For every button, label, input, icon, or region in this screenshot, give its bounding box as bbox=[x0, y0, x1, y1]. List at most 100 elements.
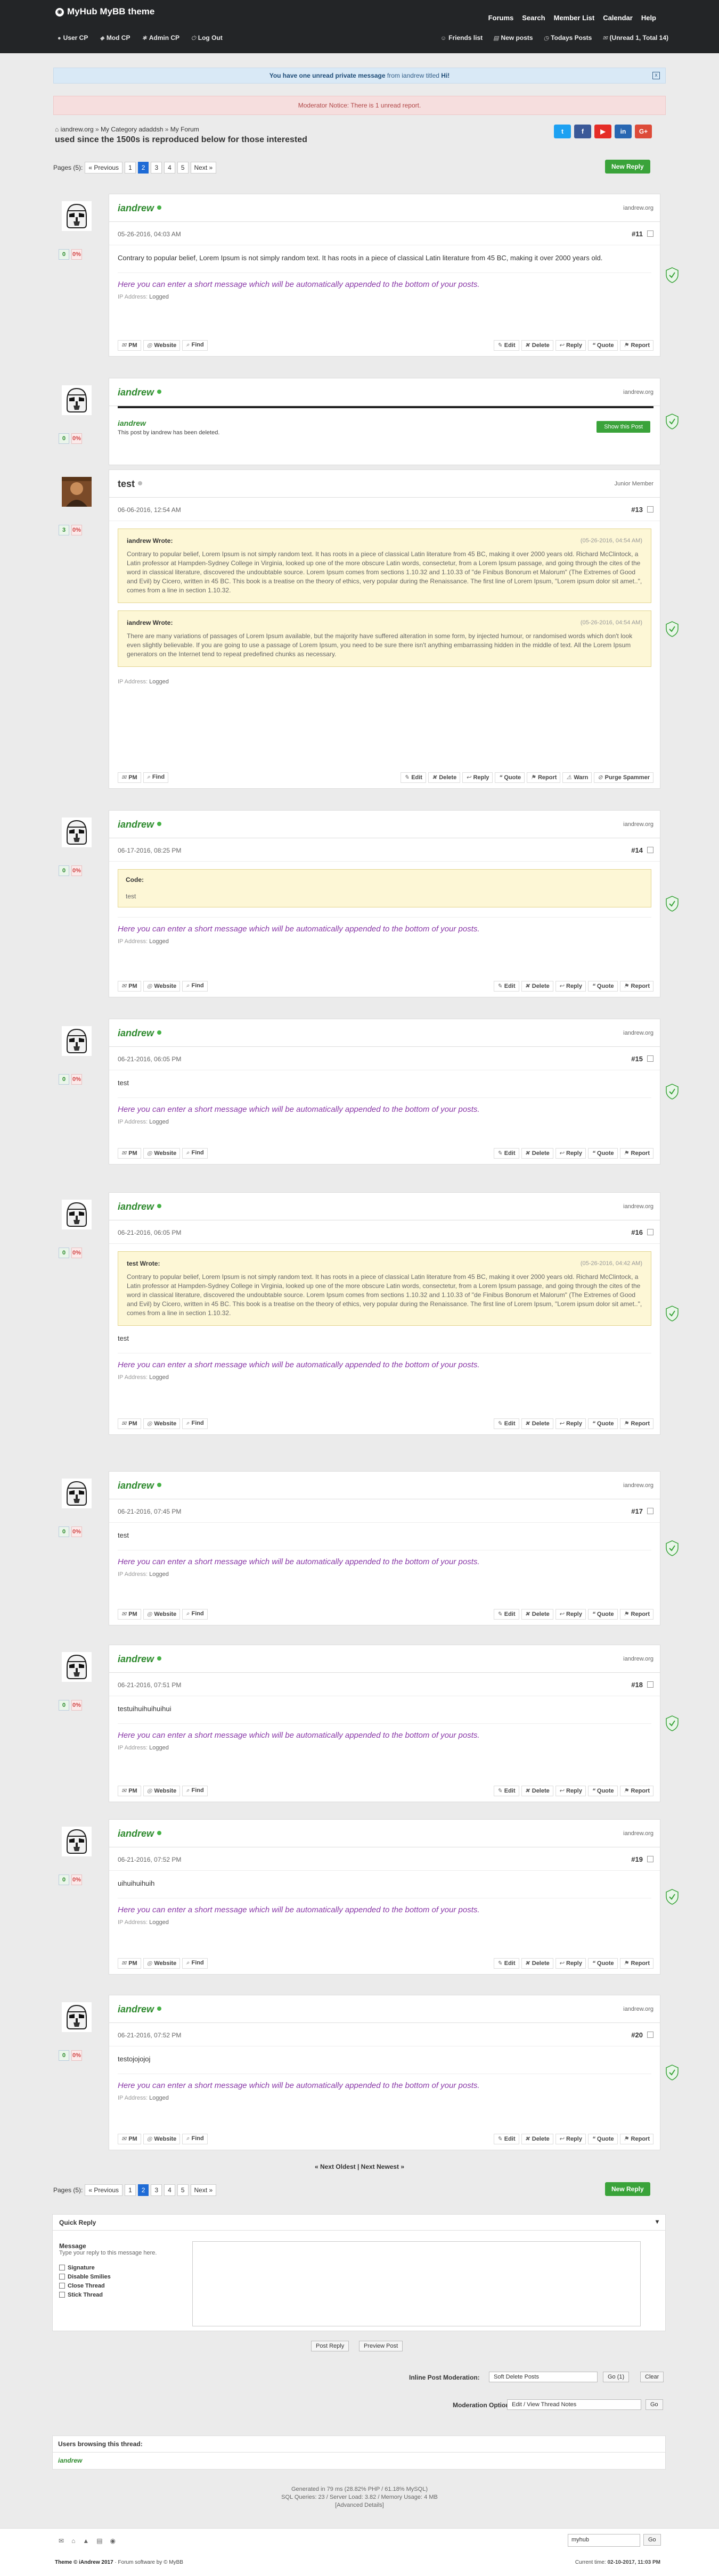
website-button[interactable]: ◎ Website bbox=[143, 2134, 181, 2144]
pm-button[interactable]: ✉ PM bbox=[118, 1609, 141, 1620]
post-author[interactable]: iandrew bbox=[118, 1828, 162, 1839]
delete-button[interactable]: ✖ Delete bbox=[521, 340, 553, 351]
menu-search[interactable]: Search bbox=[522, 14, 545, 22]
delete-button[interactable]: ✖ Delete bbox=[521, 1958, 553, 1969]
find-button[interactable]: ⌕ Find bbox=[182, 1148, 208, 1159]
delete-button[interactable]: ✖ Delete bbox=[521, 981, 553, 992]
reputation-count[interactable]: 0 bbox=[59, 2050, 69, 2061]
avatar[interactable] bbox=[62, 477, 92, 507]
quote-button[interactable]: ❝ Quote bbox=[587, 981, 618, 992]
facebook-icon[interactable]: f bbox=[574, 125, 591, 138]
report-button[interactable]: ⚑ Report bbox=[619, 1958, 653, 1969]
deleted-author[interactable]: iandrew bbox=[118, 419, 146, 427]
inline-moderation-clear-button[interactable]: Clear bbox=[640, 2372, 664, 2382]
report-button[interactable]: ⚑ Report bbox=[619, 1148, 653, 1159]
find-button[interactable]: ⌕ Find bbox=[143, 772, 169, 783]
new-posts-link[interactable]: ▤ New posts bbox=[493, 34, 533, 42]
post-author[interactable]: iandrew bbox=[118, 1028, 162, 1039]
author-name[interactable]: iandrew bbox=[118, 1654, 154, 1664]
post-select-checkbox[interactable] bbox=[647, 1681, 653, 1688]
menu-help[interactable]: Help bbox=[641, 14, 656, 22]
next-page-button[interactable]: Next » bbox=[190, 162, 217, 174]
inline-moderation-select[interactable]: Soft Delete Posts bbox=[489, 2372, 598, 2382]
edit-button[interactable]: ✎ Edit bbox=[400, 772, 426, 783]
reputation-count[interactable]: 0 bbox=[59, 1248, 69, 1258]
avatar[interactable] bbox=[62, 1200, 92, 1229]
pm-button[interactable]: ✉ PM bbox=[118, 340, 141, 351]
warning-level[interactable]: 0% bbox=[71, 249, 82, 260]
warning-level[interactable]: 0% bbox=[71, 2050, 82, 2061]
post-number[interactable]: #14 bbox=[631, 846, 643, 854]
browsing-user[interactable]: iandrew bbox=[53, 2453, 665, 2468]
new-reply-button[interactable]: New Reply bbox=[605, 160, 650, 174]
quote-button[interactable]: ❝ Quote bbox=[587, 340, 618, 351]
author-name[interactable]: iandrew bbox=[118, 819, 154, 830]
avatar[interactable] bbox=[62, 385, 92, 415]
admin-cp-link[interactable]: ✱ Admin CP bbox=[142, 34, 179, 42]
author-name[interactable]: test bbox=[118, 478, 135, 489]
youtube-icon[interactable]: ▶ bbox=[594, 125, 611, 138]
website-button[interactable]: ◎ Website bbox=[143, 1958, 181, 1969]
page-5[interactable]: 5 bbox=[177, 162, 189, 174]
logout-link[interactable]: ⏻ Log Out bbox=[191, 34, 223, 42]
post-number[interactable]: #15 bbox=[631, 1055, 643, 1063]
post-number[interactable]: #19 bbox=[631, 1855, 643, 1863]
checkbox[interactable] bbox=[59, 2283, 65, 2289]
site-logo[interactable]: ◉ MyHub MyBB theme bbox=[55, 6, 154, 17]
pm-button[interactable]: ✉ PM bbox=[118, 981, 141, 992]
author-name[interactable]: iandrew bbox=[118, 1480, 154, 1491]
page-1[interactable]: 1 bbox=[125, 162, 136, 174]
purge-spammer-button[interactable]: ⊘ Purge Spammer bbox=[594, 772, 653, 783]
page-1[interactable]: 1 bbox=[125, 2184, 136, 2196]
show-post-button[interactable]: Show this Post bbox=[597, 421, 650, 433]
quote-button[interactable]: ❝ Quote bbox=[587, 1609, 618, 1620]
warning-level[interactable]: 0% bbox=[71, 865, 82, 876]
edit-button[interactable]: ✎ Edit bbox=[493, 1958, 519, 1969]
avatar[interactable] bbox=[62, 1652, 92, 1682]
post-select-checkbox[interactable] bbox=[647, 1055, 653, 1062]
author-name[interactable]: iandrew bbox=[118, 2004, 154, 2014]
website-button[interactable]: ◎ Website bbox=[143, 1418, 181, 1429]
post-author[interactable]: iandrew bbox=[118, 2004, 162, 2015]
author-website[interactable]: iandrew.org bbox=[623, 1030, 653, 1036]
checkbox[interactable] bbox=[59, 2292, 65, 2298]
avatar[interactable] bbox=[62, 2002, 92, 2032]
post-reply-button[interactable]: Post Reply bbox=[311, 2341, 349, 2351]
rss-icon[interactable]: ◉ bbox=[110, 2537, 116, 2545]
post-author[interactable]: iandrew bbox=[118, 819, 162, 830]
breadcrumb-item[interactable]: My Category adaddsh bbox=[101, 126, 163, 133]
page-4[interactable]: 4 bbox=[164, 2184, 175, 2196]
avatar[interactable] bbox=[62, 818, 92, 847]
warning-level[interactable]: 0% bbox=[71, 1526, 82, 1537]
inline-moderation-go-button[interactable]: Go (1) bbox=[603, 2372, 630, 2382]
post-number[interactable]: #11 bbox=[632, 230, 643, 238]
archive-icon[interactable]: ▤ bbox=[96, 2537, 102, 2545]
next-page-button[interactable]: Next » bbox=[190, 2184, 217, 2196]
post-select-checkbox[interactable] bbox=[647, 1508, 653, 1514]
pm-button[interactable]: ✉ PM bbox=[118, 1148, 141, 1159]
author-name[interactable]: iandrew bbox=[118, 203, 154, 213]
post-author[interactable]: iandrew bbox=[118, 1654, 162, 1665]
menu-member-list[interactable]: Member List bbox=[554, 14, 595, 22]
user-cp-link[interactable]: ● User CP bbox=[58, 34, 88, 42]
envelope-icon[interactable]: ✉ bbox=[59, 2537, 64, 2545]
post-number[interactable]: #20 bbox=[631, 2031, 643, 2039]
post-author[interactable]: iandrew bbox=[118, 1201, 162, 1212]
pm-button[interactable]: ✉ PM bbox=[118, 1786, 141, 1796]
google-plus-icon[interactable]: G+ bbox=[635, 125, 652, 138]
delete-button[interactable]: ✖ Delete bbox=[428, 772, 461, 783]
post-author[interactable]: iandrew bbox=[118, 387, 162, 398]
warning-level[interactable]: 0% bbox=[71, 525, 82, 535]
reply-button[interactable]: ↩ Reply bbox=[555, 1609, 586, 1620]
report-button[interactable]: ⚑ Report bbox=[619, 1609, 653, 1620]
reputation-count[interactable]: 0 bbox=[59, 1074, 69, 1085]
find-button[interactable]: ⌕ Find bbox=[182, 1609, 208, 1620]
avatar[interactable] bbox=[62, 1479, 92, 1508]
author-website[interactable]: iandrew.org bbox=[623, 821, 653, 828]
edit-button[interactable]: ✎ Edit bbox=[493, 340, 519, 351]
quote-button[interactable]: ❝ Quote bbox=[495, 772, 525, 783]
quote-author[interactable]: iandrew Wrote: bbox=[127, 618, 173, 628]
moderation-options-select[interactable]: Edit / View Thread Notes bbox=[507, 2399, 641, 2410]
checkbox[interactable] bbox=[59, 2265, 65, 2270]
option-close-thread[interactable]: Close Thread bbox=[59, 2282, 111, 2291]
